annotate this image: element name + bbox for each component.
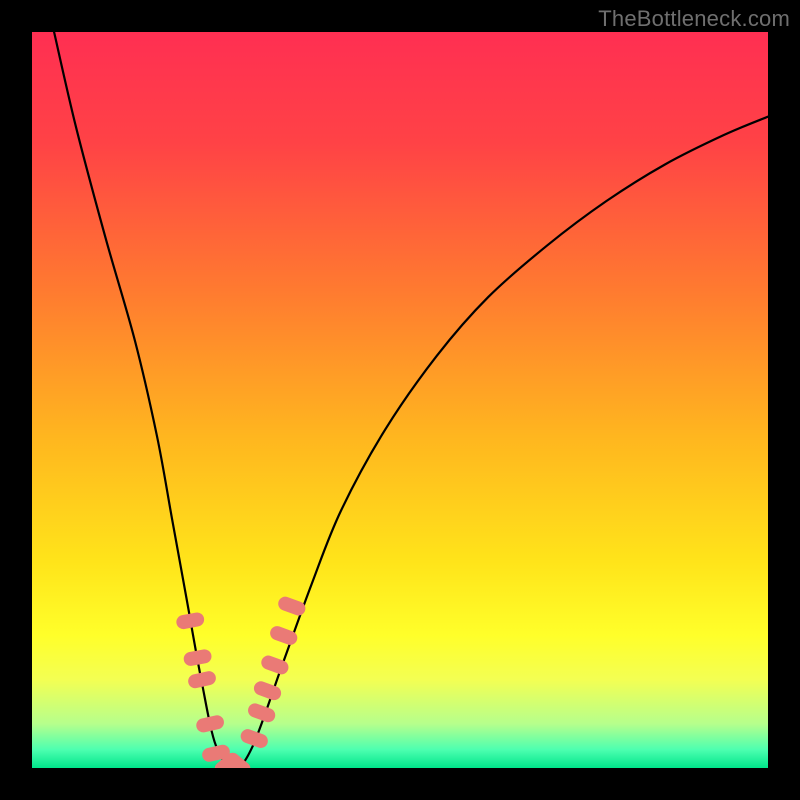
curve-marker <box>183 648 213 667</box>
chart-frame: TheBottleneck.com <box>0 0 800 800</box>
plot-area <box>32 32 768 768</box>
curve-marker <box>195 714 225 734</box>
bottleneck-curve <box>54 32 768 768</box>
curve-marker <box>187 670 217 690</box>
curve-marker <box>276 595 307 618</box>
chart-svg <box>32 32 768 768</box>
marker-group <box>175 595 307 768</box>
curve-marker <box>175 611 205 630</box>
watermark-text: TheBottleneck.com <box>598 6 790 32</box>
curve-marker <box>239 727 270 750</box>
curve-marker <box>252 679 283 702</box>
